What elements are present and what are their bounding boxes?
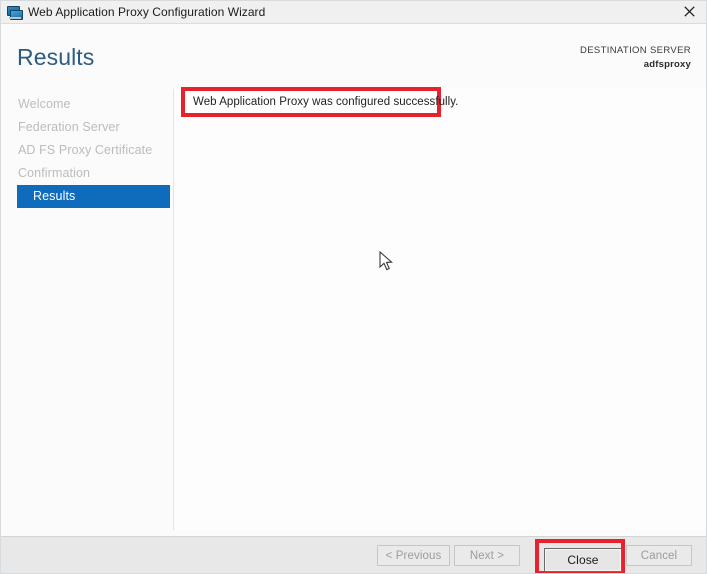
wizard-step-nav: Welcome Federation Server AD FS Proxy Ce… <box>1 93 173 208</box>
wizard-window: Web Application Proxy Configuration Wiza… <box>0 0 707 574</box>
close-button-annotation: Close <box>535 539 625 573</box>
sidebar-item-confirmation[interactable]: Confirmation <box>1 162 173 185</box>
status-message-annotation: Web Application Proxy was configured suc… <box>181 87 458 117</box>
page-title: Results <box>17 44 95 70</box>
status-message: Web Application Proxy was configured suc… <box>193 96 459 108</box>
cancel-button[interactable]: Cancel <box>626 545 692 566</box>
sidebar-item-results[interactable]: Results <box>17 185 170 208</box>
main-content-panel <box>174 89 706 530</box>
sidebar-item-welcome[interactable]: Welcome <box>1 93 173 116</box>
destination-server-value: adfsproxy <box>643 59 691 70</box>
destination-server-block: DESTINATION SERVER adfsproxy <box>580 44 691 71</box>
server-proxy-icon <box>6 4 23 20</box>
previous-button[interactable]: < Previous <box>377 545 450 566</box>
destination-server-label: DESTINATION SERVER <box>580 45 691 56</box>
window-titlebar: Web Application Proxy Configuration Wiza… <box>1 1 706 24</box>
sidebar-item-ad-fs-proxy-certificate[interactable]: AD FS Proxy Certificate <box>1 139 173 162</box>
sidebar-item-federation-server[interactable]: Federation Server <box>1 116 173 139</box>
close-icon[interactable] <box>672 1 706 22</box>
close-button[interactable]: Close <box>544 548 622 572</box>
window-title: Web Application Proxy Configuration Wiza… <box>28 5 266 19</box>
sidebar-content-divider <box>173 89 174 530</box>
next-button[interactable]: Next > <box>454 545 520 566</box>
